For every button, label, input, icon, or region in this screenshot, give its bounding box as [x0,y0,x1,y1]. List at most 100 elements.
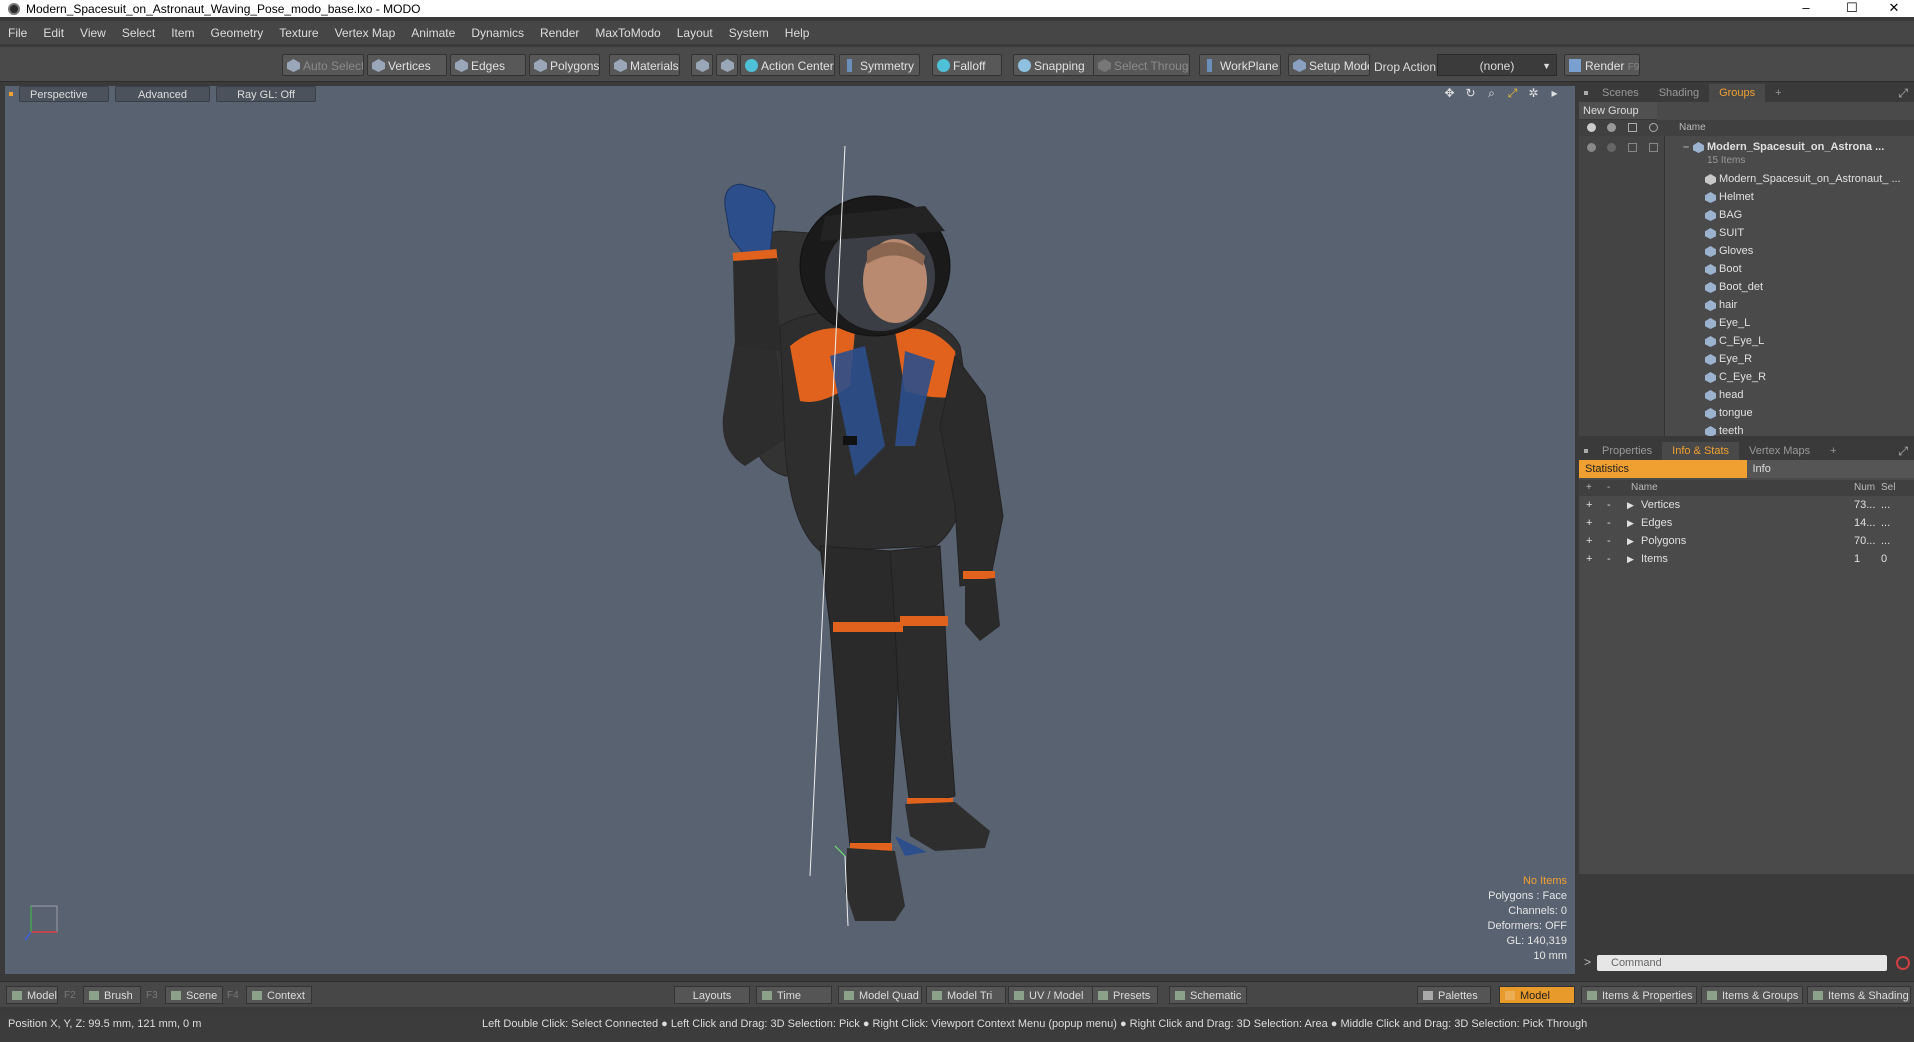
tab-scenes[interactable]: Scenes [1592,84,1649,102]
render-toggle-icon[interactable] [1607,143,1616,152]
tree-item[interactable]: Gloves [1579,242,1914,260]
expand-icon[interactable]: ▶ [1627,532,1634,550]
expand-panel-icon[interactable]: ⤢ [1898,86,1908,101]
schematic-button[interactable]: Schematic [1169,986,1247,1004]
add-tab-icon[interactable]: + [1820,442,1846,460]
polygons-button[interactable]: Polygons [529,54,600,76]
menu-view[interactable]: View [72,26,114,40]
drop-action-select[interactable]: (none) ▼ [1437,54,1557,76]
tree-item[interactable]: Modern_Spacesuit_on_Astronaut_ ... [1579,170,1914,188]
context-layout-button[interactable]: Context [246,986,312,1004]
setup-mode-button[interactable]: Setup Mode [1288,54,1370,76]
tab-shading[interactable]: Shading [1649,84,1709,102]
items-shading-button[interactable]: Items & Shading [1807,986,1911,1004]
tree-item[interactable]: BAG [1579,206,1914,224]
vertices-button[interactable]: Vertices [367,54,447,76]
menu-texture[interactable]: Texture [271,26,326,40]
table-row[interactable]: + - ▶ Vertices 73...... [1579,496,1914,514]
tree-item[interactable]: hair [1579,296,1914,314]
model-active-button[interactable]: Model [1499,986,1575,1004]
items-properties-button[interactable]: Items & Properties [1581,986,1697,1004]
menu-animate[interactable]: Animate [403,26,463,40]
render-button[interactable]: Render F9 [1564,54,1640,76]
panel-menu-dot[interactable] [1584,91,1588,95]
brush-layout-button[interactable]: Brush [83,986,141,1004]
palettes-button[interactable]: Palettes [1417,986,1491,1004]
remove-column-icon[interactable]: - [1607,480,1610,496]
expand-panel-icon[interactable]: ⤢ [1898,444,1908,459]
perspective-tab[interactable]: Perspective [19,86,109,102]
tab-properties[interactable]: Properties [1592,442,1662,460]
tab-info-stats[interactable]: Info & Stats [1662,442,1740,460]
table-row[interactable]: + - ▶ Edges 14...... [1579,514,1914,532]
tab-vertex-maps[interactable]: Vertex Maps [1739,442,1820,460]
menu-edit[interactable]: Edit [35,26,72,40]
command-history-icon[interactable] [1896,956,1910,970]
new-group-button[interactable]: New Group [1579,102,1657,120]
minimize-button[interactable]: – [1786,0,1826,17]
snapping-button[interactable]: Snapping [1013,54,1096,76]
viewport-settings-icon[interactable]: ✲ [1527,87,1540,100]
pan-icon[interactable]: ✥ [1443,87,1456,100]
menu-system[interactable]: System [721,26,777,40]
action-center-button[interactable]: Action Center [740,54,835,76]
symmetry-button[interactable]: Symmetry [839,54,920,76]
menu-layout[interactable]: Layout [669,26,721,40]
raygl-tab[interactable]: Ray GL: Off [216,86,316,102]
3d-viewport[interactable]: Perspective Advanced Ray GL: Off ✥ ↻ ⌕ ⤢… [5,86,1575,974]
tree-item[interactable]: teeth [1579,422,1914,436]
model-layout-button[interactable]: Model [6,986,58,1004]
maximize-button[interactable]: ☐ [1832,0,1872,17]
fit-icon[interactable]: ⤢ [1506,87,1519,100]
menu-help[interactable]: Help [777,26,818,40]
tree-item[interactable]: SUIT [1579,224,1914,242]
menu-render[interactable]: Render [532,26,587,40]
zoom-icon[interactable]: ⌕ [1485,87,1498,100]
tab-statistics[interactable]: Statistics [1579,460,1747,478]
menu-select[interactable]: Select [114,26,163,40]
expand-icon[interactable]: ▶ [1627,550,1634,568]
tree-item[interactable]: Eye_R [1579,350,1914,368]
auto-select-button[interactable]: Auto Select [282,54,364,76]
select-toggle-icon[interactable] [1649,143,1658,152]
tree-item[interactable]: Boot [1579,260,1914,278]
tree-item[interactable]: tongue [1579,404,1914,422]
advanced-tab[interactable]: Advanced [115,86,210,102]
model-quad-button[interactable]: Model Quad [838,986,922,1004]
tree-item[interactable]: C_Eye_L [1579,332,1914,350]
panel-menu-dot[interactable] [1584,449,1588,453]
add-column-icon[interactable]: + [1586,480,1592,496]
tab-info[interactable]: Info [1746,460,1914,478]
close-button[interactable]: ✕ [1874,0,1914,17]
materials-button[interactable]: Materials [609,54,680,76]
menu-dynamics[interactable]: Dynamics [463,26,532,40]
command-input[interactable]: Command [1597,955,1887,971]
tree-item[interactable]: Eye_L [1579,314,1914,332]
model-tri-button[interactable]: Model Tri [926,986,1006,1004]
tree-item[interactable]: head [1579,386,1914,404]
scene-layout-button[interactable]: Scene [165,986,223,1004]
uv-model-button[interactable]: UV / Model [1008,986,1094,1004]
add-tab-icon[interactable]: + [1765,84,1791,102]
falloff-button[interactable]: Falloff [932,54,1002,76]
viewport-menu-dot[interactable] [9,92,13,96]
time-layout-button[interactable]: Time [756,986,832,1004]
table-row[interactable]: + - ▶ Polygons 70...... [1579,532,1914,550]
tree-item[interactable]: Helmet [1579,188,1914,206]
rotate-icon[interactable]: ↻ [1464,87,1477,100]
expand-icon[interactable]: ▶ [1627,514,1634,532]
visibility-eye-icon[interactable] [1587,143,1596,152]
viewport-more-icon[interactable]: ▸ [1548,87,1561,100]
expand-icon[interactable]: ▶ [1627,496,1634,514]
tree-item[interactable]: Boot_det [1579,278,1914,296]
lock-toggle-icon[interactable] [1628,143,1637,152]
tree-item[interactable]: C_Eye_R [1579,368,1914,386]
workplane-button[interactable]: WorkPlane [1199,54,1281,76]
select-mode-a-button[interactable] [691,54,713,76]
menu-item[interactable]: Item [163,26,202,40]
items-groups-button[interactable]: Items & Groups [1701,986,1803,1004]
menu-vertex-map[interactable]: Vertex Map [327,26,404,40]
edges-button[interactable]: Edges [450,54,526,76]
menu-maxtomodo[interactable]: MaxToModo [587,26,668,40]
table-row[interactable]: + - ▶ Items 1 0 [1579,550,1914,568]
